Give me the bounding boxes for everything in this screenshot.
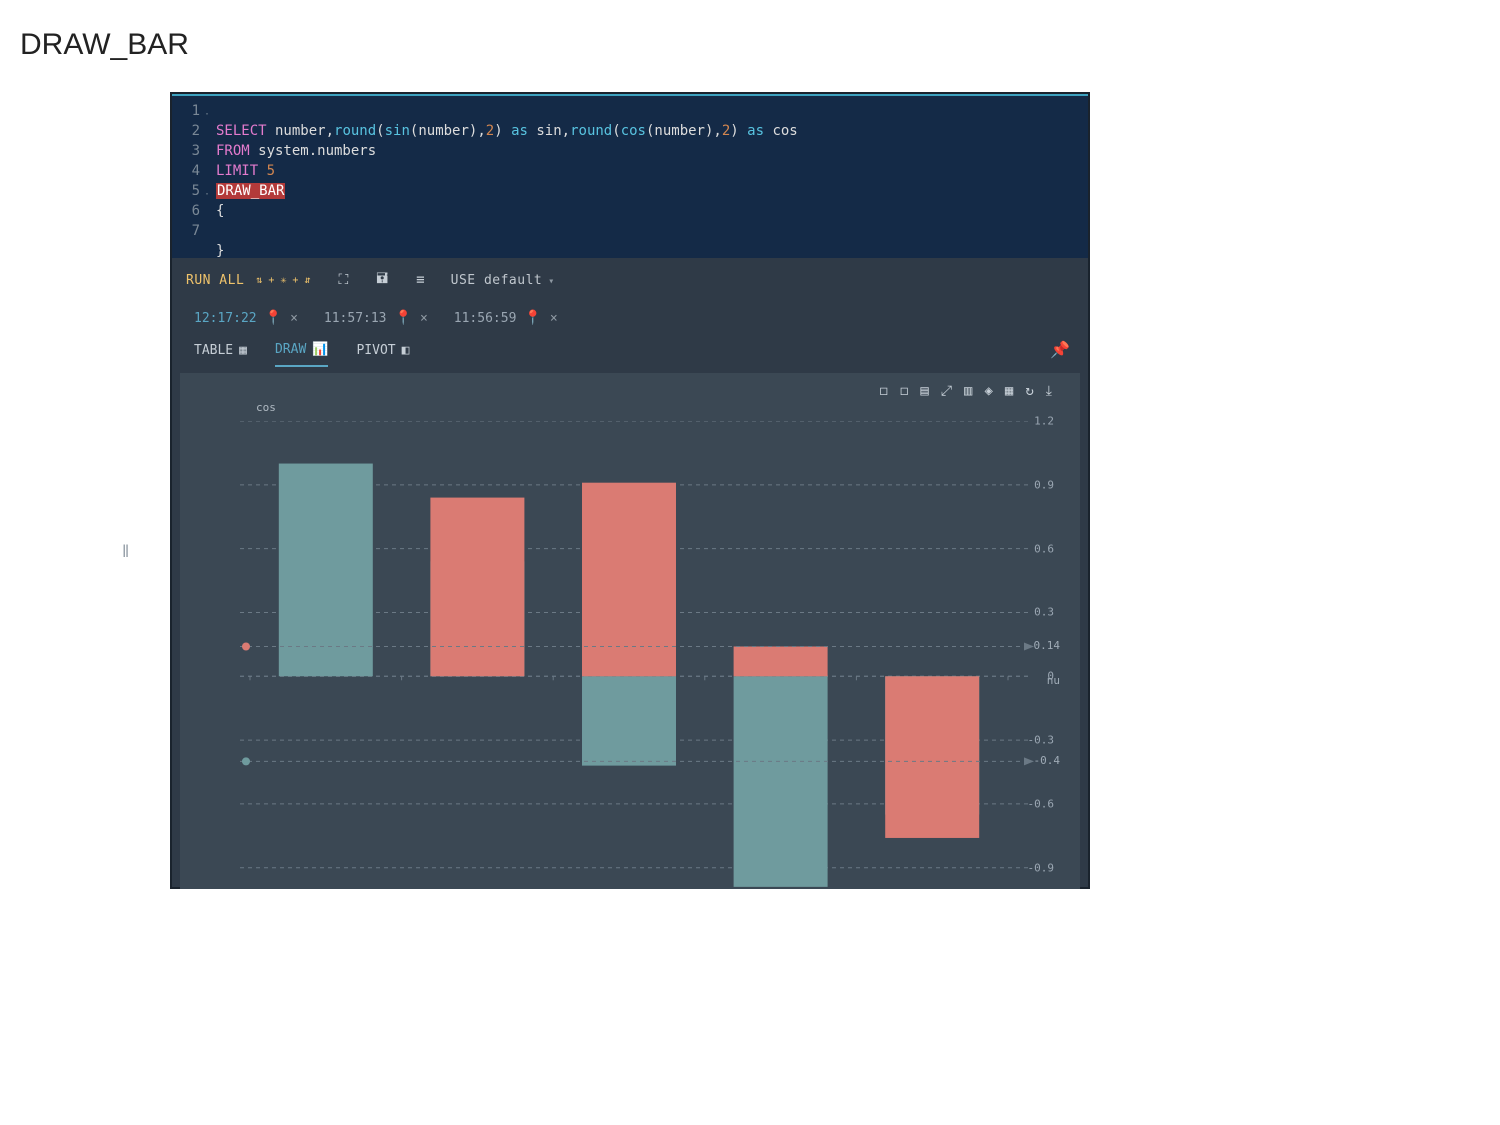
chart-tool-icon[interactable]: ▤	[920, 383, 928, 399]
download-icon[interactable]: ⤓	[1046, 383, 1052, 399]
y-tick-label: -0.6	[206, 797, 1054, 810]
y-tick-label: -0.3	[206, 734, 1054, 747]
database-selector[interactable]: USE default▾	[451, 273, 555, 288]
chevron-down-icon: ▾	[548, 276, 555, 287]
close-icon[interactable]: ×	[420, 311, 428, 326]
y-tick-label: 0.6	[206, 542, 1054, 555]
chart-icon: 📊	[312, 342, 328, 357]
app-window: 1 2 3 4 5 6 7 SELECT number,round(sin(nu…	[170, 92, 1090, 889]
panel-collapse-icon[interactable]: ‖	[122, 543, 129, 557]
save-icon[interactable]: 🖬	[376, 268, 388, 292]
run-options-icon[interactable]: ⇅ + ✳ + ⇵	[256, 275, 310, 286]
fullscreen-icon[interactable]: ⛶	[338, 272, 348, 288]
sql-editor[interactable]: 1 2 3 4 5 6 7 SELECT number,round(sin(nu…	[172, 94, 1088, 258]
tab-table[interactable]: TABLE▦	[194, 342, 247, 367]
editor-toolbar: RUN ALL ⇅ + ✳ + ⇵ ⛶ 🖬 ≡ USE default▾	[172, 258, 1088, 302]
y-tick-label: 1.2	[206, 415, 1054, 428]
marker-label: -0.4	[1034, 754, 1061, 767]
list-icon[interactable]: ≡	[416, 272, 424, 288]
y-tick-label: 0.3	[206, 606, 1054, 619]
pin-icon[interactable]: 📍	[395, 310, 412, 326]
page-title: DRAW_BAR	[0, 0, 1500, 62]
axis-label: nu	[1047, 674, 1060, 687]
legend-label: cos	[256, 401, 276, 414]
chart-panel: ◻ ◻ ▤ ⤢ ▥ ◈ ▦ ↻ ⤓ cos ‖ 1.20.90.60.30-0.…	[180, 373, 1080, 889]
chart-plot[interactable]: 1.20.90.60.30-0.3-0.6-0.9 0.14 nu -0.4	[240, 421, 1058, 889]
editor-gutter: 1 2 3 4 5 6 7	[172, 101, 206, 241]
marker-label: 0.14	[1034, 639, 1061, 652]
chart-tool-icon[interactable]: ⤢	[941, 383, 952, 399]
refresh-icon[interactable]: ↻	[1025, 383, 1033, 399]
query-history-tabs: 12:17:22 📍 × 11:57:13 📍 × 11:56:59 📍 ×	[172, 302, 1088, 336]
tab-draw[interactable]: DRAW📊	[275, 342, 329, 367]
pivot-icon: ◧	[402, 343, 410, 358]
result-view-tabs: TABLE▦ DRAW📊 PIVOT◧ 📌	[172, 336, 1088, 367]
chart-tool-icon[interactable]: ◻	[900, 383, 908, 399]
pin-panel-icon[interactable]: 📌	[1050, 340, 1070, 359]
query-tab[interactable]: 11:56:59 📍 ×	[454, 310, 558, 326]
pin-icon[interactable]: 📍	[524, 310, 541, 326]
close-icon[interactable]: ×	[550, 311, 558, 326]
chart-tool-icon[interactable]: ◻	[880, 383, 888, 399]
close-icon[interactable]: ×	[290, 311, 298, 326]
tab-pivot[interactable]: PIVOT◧	[356, 342, 409, 367]
pin-icon[interactable]: 📍	[265, 310, 282, 326]
y-tick-label: -0.9	[206, 861, 1054, 874]
query-tab[interactable]: 11:57:13 📍 ×	[324, 310, 428, 326]
table-icon: ▦	[239, 343, 247, 358]
chart-tool-icon[interactable]: ▦	[1005, 383, 1013, 399]
chart-toolbar: ◻ ◻ ▤ ⤢ ▥ ◈ ▦ ↻ ⤓	[880, 383, 1052, 399]
chart-tool-icon[interactable]: ▥	[964, 383, 972, 399]
query-tab[interactable]: 12:17:22 📍 ×	[194, 310, 298, 326]
y-tick-label: 0.9	[206, 478, 1054, 491]
y-tick-label: 0	[206, 670, 1054, 683]
run-all-button[interactable]: RUN ALL	[186, 273, 244, 288]
chart-tool-icon[interactable]: ◈	[984, 383, 992, 399]
